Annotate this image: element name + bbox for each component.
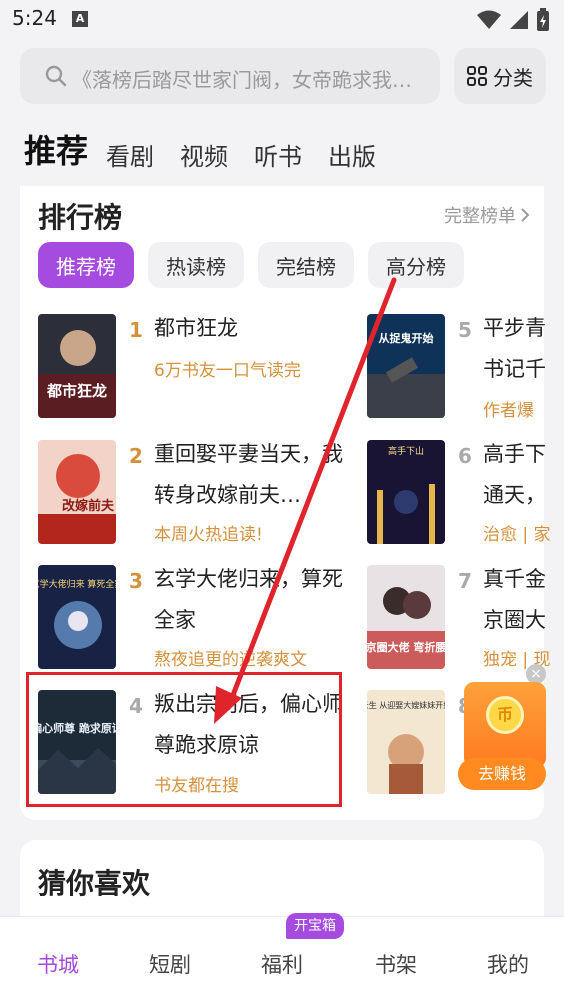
- book-cover: 长生 从迎娶大嫂妹妹开始: [367, 690, 445, 794]
- signal-icon: [510, 11, 528, 29]
- chip-hot[interactable]: 热读榜: [148, 242, 244, 288]
- battery-icon: [537, 8, 549, 31]
- tab-publish[interactable]: 出版: [328, 137, 376, 172]
- tab-recommend[interactable]: 推荐: [24, 126, 88, 172]
- rank-number: 6: [458, 444, 472, 468]
- book-subtitle: 6万书友一口气读完: [154, 361, 301, 381]
- book-title: 真千金京圈大: [483, 567, 546, 632]
- book-cover: 都市狂龙: [38, 314, 116, 418]
- ranking-chips: 推荐榜 热读榜 完结榜 高分榜: [38, 242, 464, 288]
- highlight-box: [26, 672, 342, 807]
- search-icon: [45, 65, 67, 87]
- search-row: 《落榜后踏尽世家门阀，女帝跪求我… 分类: [20, 48, 546, 104]
- book-subtitle: 本周火热追读!: [154, 525, 263, 545]
- rank-number: 1: [129, 318, 143, 342]
- book-cover: 京圈大佬 弯折腰: [367, 565, 445, 669]
- chevron-right-icon: [521, 208, 530, 222]
- book-title: 平步青书记千: [483, 316, 546, 381]
- book-cover: 改嫁前夫: [38, 440, 116, 544]
- status-time: 5:24: [12, 6, 57, 30]
- rank-number: 5: [458, 318, 472, 342]
- nav-welfare[interactable]: 福利: [242, 949, 322, 979]
- earn-money-button[interactable]: 去赚钱: [458, 758, 546, 790]
- cover-title: 从捉鬼开始: [379, 331, 434, 345]
- nav-bookstore[interactable]: 书城: [18, 949, 98, 979]
- cover-title: 都市狂龙: [46, 382, 107, 400]
- book-title: 高手下通天，: [483, 442, 546, 507]
- earn-money-widget[interactable]: × 币 去赚钱: [458, 664, 546, 792]
- category-label: 分类: [493, 65, 533, 90]
- top-tabs: 推荐 看剧 视频 听书 出版: [24, 122, 402, 172]
- search-placeholder: 《落榜后踏尽世家门阀，女帝跪求我…: [72, 68, 412, 92]
- book-subtitle: 熬夜追更的逆袭爽文: [154, 650, 307, 670]
- search-input[interactable]: 《落榜后踏尽世家门阀，女帝跪求我…: [20, 48, 440, 104]
- tab-drama[interactable]: 看剧: [106, 137, 154, 172]
- nav-bookshelf[interactable]: 书架: [356, 949, 436, 979]
- cover-title: 高手下山: [388, 445, 424, 457]
- nav-short-drama[interactable]: 短剧: [130, 949, 210, 979]
- bottom-nav: 开宝箱 书城 短剧 福利 书架 我的: [0, 913, 564, 1004]
- book-cover: 高手下山: [367, 440, 445, 544]
- book-cover: 玄学大佬归来 算死全家: [38, 565, 116, 669]
- open-treasure-badge[interactable]: 开宝箱: [286, 913, 344, 939]
- book-title: 都市狂龙: [154, 316, 238, 340]
- coin-icon: 币: [486, 696, 524, 734]
- status-bar: 5:24 A: [0, 0, 564, 40]
- chip-recommend[interactable]: 推荐榜: [38, 242, 134, 288]
- rank-number: 2: [129, 444, 143, 468]
- book-subtitle: 治愈 | 家: [483, 525, 551, 545]
- cover-title: 玄学大佬归来 算死全家: [38, 578, 116, 590]
- tab-video[interactable]: 视频: [180, 137, 228, 172]
- book-subtitle: 作者爆: [483, 401, 534, 421]
- rank-number: 3: [129, 569, 143, 593]
- full-ranking-label: 完整榜单: [444, 206, 516, 227]
- book-title: 重回娶平妻当天，我转身改嫁前夫…: [154, 442, 343, 507]
- wifi-icon: [477, 10, 501, 29]
- chip-finished[interactable]: 完结榜: [258, 242, 354, 288]
- cover-title: 长生 从迎娶大嫂妹妹开始: [367, 700, 445, 710]
- full-ranking-link[interactable]: 完整榜单: [444, 202, 530, 228]
- book-subtitle: 独宠 | 现: [483, 650, 551, 670]
- category-button[interactable]: 分类: [454, 48, 546, 104]
- book-title: 玄学大佬归来，算死全家: [154, 567, 343, 632]
- book-cover: 从捉鬼开始: [367, 314, 445, 418]
- rank-number: 7: [458, 569, 472, 593]
- status-icons: [476, 8, 550, 32]
- guess-you-like-title: 猜你喜欢: [38, 867, 151, 900]
- notification-a-icon: A: [72, 11, 88, 27]
- red-envelope: 币: [464, 682, 546, 768]
- chip-high-score[interactable]: 高分榜: [368, 242, 464, 288]
- close-icon[interactable]: ×: [526, 664, 546, 684]
- cover-title: 改嫁前夫: [62, 498, 115, 514]
- grid-icon: [467, 66, 487, 86]
- nav-mine[interactable]: 我的: [468, 949, 548, 979]
- ranking-title: 排行榜: [38, 201, 123, 234]
- tab-audiobook[interactable]: 听书: [254, 137, 302, 172]
- cover-title: 京圈大佬 弯折腰: [367, 640, 445, 654]
